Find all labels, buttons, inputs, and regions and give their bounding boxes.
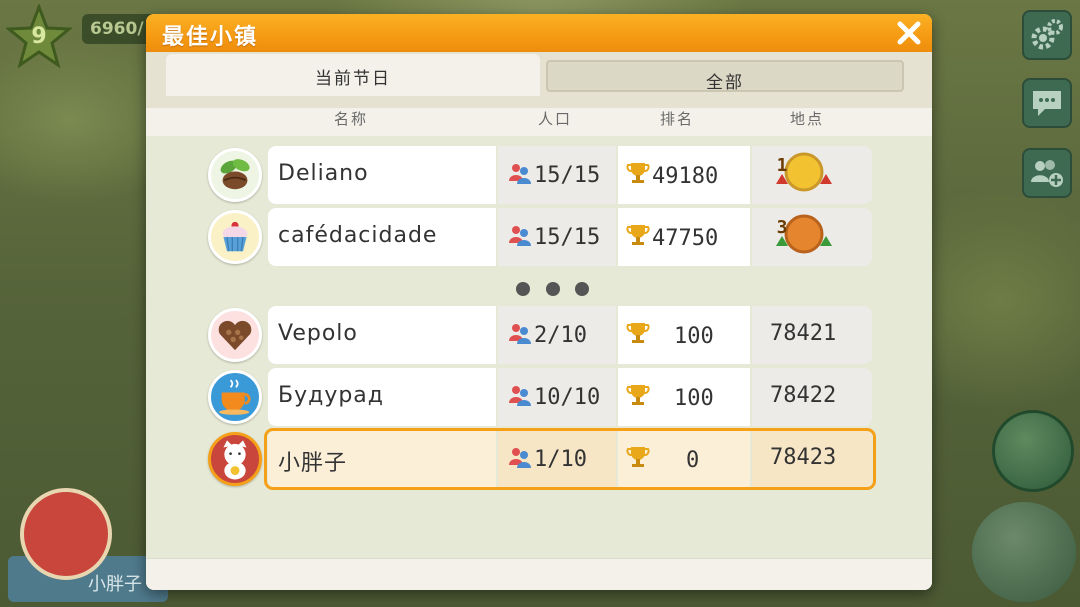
trophy-icon (626, 323, 650, 343)
people-icon (509, 324, 531, 344)
tab-current-festival[interactable]: 当前节日 (166, 54, 540, 96)
medal-number: 1 (776, 155, 788, 176)
trophy-icon (626, 385, 650, 405)
gear-icon (1031, 19, 1063, 50)
population-cell: 15/15 (498, 208, 616, 266)
population-value: 10/10 (534, 385, 601, 410)
score-value: 100 (674, 324, 714, 349)
own-town-highlight-frame (264, 428, 876, 490)
population-cell: 2/10 (498, 306, 616, 364)
add-friend-icon (1031, 160, 1063, 187)
score-cell: 49180 (618, 146, 750, 204)
medal-number: 3 (776, 217, 788, 238)
close-button[interactable] (894, 18, 924, 48)
town-name: Vepolo (268, 306, 496, 364)
population-cell: 15/15 (498, 146, 616, 204)
population-value: 15/15 (534, 225, 601, 250)
population-value: 15/15 (534, 163, 601, 188)
town-name: Deliano (268, 146, 496, 204)
place-cell: 3 (752, 208, 872, 266)
list-item[interactable]: cafédacidade 15/15 47750 3 (208, 208, 872, 266)
ranking-list: Deliano 15/15 49180 1 cafédacidade 15/15… (146, 136, 932, 558)
score-value: 47750 (652, 226, 719, 251)
trophy-icon (626, 163, 650, 183)
shop-button[interactable] (972, 502, 1076, 602)
list-item[interactable]: Vepolo 2/10 100 78421 (208, 306, 872, 364)
dialog-footer (146, 558, 932, 590)
list-item[interactable]: Будурад 10/10 100 78422 (208, 368, 872, 426)
coffee-heart-icon (208, 308, 262, 362)
dialog-title: 最佳小镇 (162, 25, 259, 50)
population-value: 2/10 (534, 323, 587, 348)
level-badge[interactable]: 9 (5, 2, 73, 70)
list-item[interactable]: Deliano 15/15 49180 1 (208, 146, 872, 204)
town-name: cafédacidade (268, 208, 496, 266)
close-icon (897, 21, 921, 45)
trophy-icon (626, 225, 650, 245)
place-value: 78422 (752, 368, 872, 426)
column-rank-header: 排名 (660, 110, 695, 128)
list-item-own-town[interactable]: 小胖子 1/10 0 78423 (208, 428, 876, 490)
player-avatar[interactable] (20, 488, 112, 580)
tab-strip: 当前节日 全部 (146, 52, 932, 108)
cupcake-icon (208, 210, 262, 264)
level-number: 9 (31, 24, 47, 49)
town-name: Будурад (268, 368, 496, 426)
population-cell: 10/10 (498, 368, 616, 426)
column-name-header: 名称 (334, 110, 369, 128)
chat-button[interactable] (1022, 78, 1072, 128)
column-header-row: 名称 人口 排名 地点 (146, 108, 932, 132)
chat-icon (1033, 91, 1061, 116)
score-value: 49180 (652, 164, 719, 189)
people-icon (509, 164, 531, 184)
score-value: 100 (674, 386, 714, 411)
score-cell: 100 (618, 306, 750, 364)
player-stats (112, 490, 142, 550)
column-location-header: 地点 (790, 110, 825, 128)
settings-button[interactable] (1022, 10, 1072, 60)
dialog-title-bar: 最佳小镇 (146, 14, 932, 52)
score-cell: 100 (618, 368, 750, 426)
lucky-cat-icon (208, 432, 262, 486)
place-cell: 1 (752, 146, 872, 204)
trophy-button[interactable] (992, 410, 1074, 492)
column-population-header: 人口 (538, 110, 573, 128)
coffee-cup-icon (208, 370, 262, 424)
place-value: 78421 (752, 306, 872, 364)
coffee-bean-icon (208, 148, 262, 202)
score-cell: 47750 (618, 208, 750, 266)
separator-dots (512, 282, 592, 298)
tab-all[interactable]: 全部 (546, 60, 904, 93)
people-icon (509, 386, 531, 406)
best-town-dialog: 最佳小镇 当前节日 全部 名称 人口 排名 地点 Deliano 15/15 4… (146, 14, 932, 590)
add-friend-button[interactable] (1022, 148, 1072, 198)
people-icon (509, 226, 531, 246)
